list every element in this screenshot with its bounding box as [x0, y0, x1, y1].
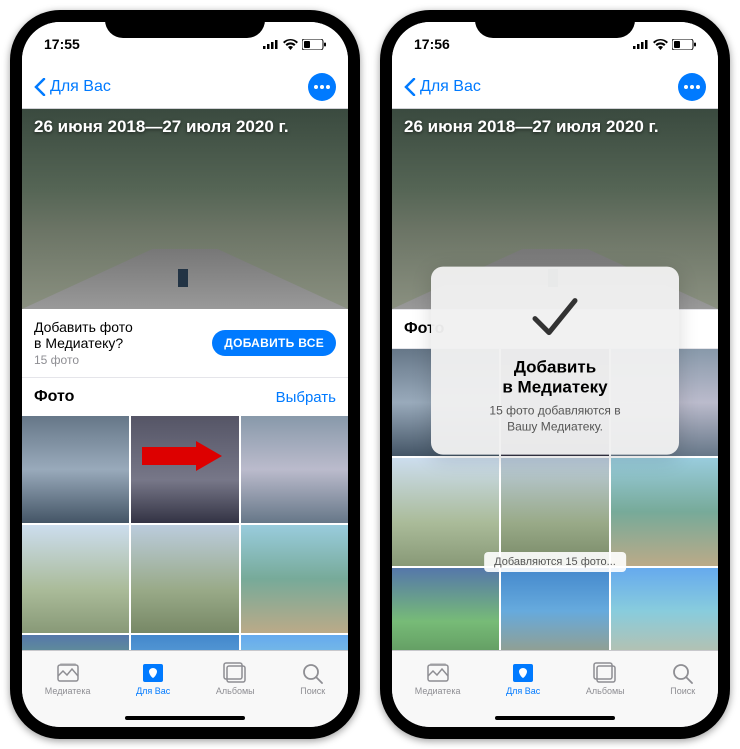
- tab-foryou[interactable]: Для Вас: [506, 662, 540, 696]
- tab-label: Медиатека: [415, 686, 461, 696]
- modal-sub-1: 15 фото добавляются в: [489, 404, 620, 418]
- status-indicators: [633, 39, 696, 50]
- wifi-icon: [653, 39, 668, 50]
- library-icon: [426, 662, 450, 684]
- screen: 17:56 Для Вас 26 июня 2018—27 июля 2020 …: [392, 22, 718, 727]
- back-button[interactable]: Для Вас: [404, 78, 481, 96]
- status-time: 17:55: [44, 36, 80, 52]
- photo-thumbnail[interactable]: [22, 416, 129, 523]
- tab-label: Для Вас: [506, 686, 540, 696]
- photo-thumbnail[interactable]: [131, 525, 238, 632]
- foryou-icon: [511, 662, 535, 684]
- photo-thumbnail[interactable]: [392, 458, 499, 565]
- home-indicator[interactable]: [392, 709, 718, 727]
- prompt-line2: в Медиатеку?: [34, 335, 123, 351]
- photo-thumbnail[interactable]: [241, 635, 348, 650]
- battery-icon: [302, 39, 326, 50]
- photo-thumbnail[interactable]: [241, 525, 348, 632]
- chevron-left-icon: [34, 78, 46, 96]
- tab-albums[interactable]: Альбомы: [216, 662, 255, 696]
- home-indicator[interactable]: [22, 709, 348, 727]
- photo-thumbnail[interactable]: [392, 568, 499, 650]
- photos-section-header: Фото Выбрать: [22, 377, 348, 416]
- photo-thumbnail[interactable]: [131, 635, 238, 650]
- albums-icon: [223, 662, 247, 684]
- back-label: Для Вас: [50, 78, 111, 96]
- more-button[interactable]: [678, 73, 706, 101]
- tab-foryou[interactable]: Для Вас: [136, 662, 170, 696]
- photo-thumbnail[interactable]: [22, 525, 129, 632]
- prompt-line1: Добавить фото: [34, 319, 133, 335]
- tab-search[interactable]: Поиск: [300, 662, 325, 696]
- prompt-text-block: Добавить фотов Медиатеку? 15 фото: [34, 319, 133, 367]
- select-button[interactable]: Выбрать: [276, 389, 336, 406]
- signal-icon: [633, 39, 649, 49]
- battery-icon: [672, 39, 696, 50]
- content: 26 июня 2018—27 июля 2020 г. Добавить фо…: [22, 109, 348, 650]
- photo-thumbnail[interactable]: [241, 416, 348, 523]
- annotation-arrow: [142, 441, 222, 471]
- modal-title-2: в Медиатеку: [502, 378, 607, 397]
- checkmark-icon: [525, 286, 585, 346]
- wifi-icon: [283, 39, 298, 50]
- notch: [105, 10, 265, 38]
- search-icon: [671, 662, 695, 684]
- tab-bar: Медиатека Для Вас Альбомы Поиск: [22, 650, 348, 709]
- tab-label: Поиск: [670, 686, 695, 696]
- section-title: Фото: [34, 388, 74, 406]
- tab-label: Медиатека: [45, 686, 91, 696]
- nav-bar: Для Вас: [22, 66, 348, 109]
- confirmation-modal: Добавить в Медиатеку 15 фото добавляются …: [431, 266, 679, 455]
- photo-thumbnail[interactable]: [22, 635, 129, 650]
- modal-sub-2: Вашу Медиатеку.: [507, 419, 603, 433]
- tab-label: Для Вас: [136, 686, 170, 696]
- tab-label: Альбомы: [586, 686, 625, 696]
- more-button[interactable]: [308, 73, 336, 101]
- signal-icon: [263, 39, 279, 49]
- add-prompt-row: Добавить фотов Медиатеку? 15 фото ДОБАВИ…: [22, 309, 348, 377]
- more-icon: [684, 85, 700, 89]
- notch: [475, 10, 635, 38]
- hero-title: 26 июня 2018—27 июля 2020 г.: [404, 117, 659, 137]
- modal-title-1: Добавить: [514, 357, 596, 376]
- back-button[interactable]: Для Вас: [34, 78, 111, 96]
- hero-image[interactable]: 26 июня 2018—27 июля 2020 г.: [22, 109, 348, 309]
- tab-library[interactable]: Медиатека: [415, 662, 461, 696]
- tab-search[interactable]: Поиск: [670, 662, 695, 696]
- content: 26 июня 2018—27 июля 2020 г. Фото Добави…: [392, 109, 718, 650]
- progress-toast: Добавляются 15 фото...: [484, 552, 626, 572]
- status-time: 17:56: [414, 36, 450, 52]
- nav-bar: Для Вас: [392, 66, 718, 109]
- prompt-sub: 15 фото: [34, 353, 133, 367]
- phone-left: 17:55 Для Вас 26 июня 2018—27 июля 2020 …: [10, 10, 360, 739]
- photo-thumbnail[interactable]: [501, 568, 608, 650]
- add-all-button[interactable]: ДОБАВИТЬ ВСЕ: [212, 330, 336, 356]
- phone-right: 17:56 Для Вас 26 июня 2018—27 июля 2020 …: [380, 10, 730, 739]
- back-label: Для Вас: [420, 78, 481, 96]
- tab-label: Альбомы: [216, 686, 255, 696]
- foryou-icon: [141, 662, 165, 684]
- tab-label: Поиск: [300, 686, 325, 696]
- photo-thumbnail[interactable]: [611, 568, 718, 650]
- status-indicators: [263, 39, 326, 50]
- photo-thumbnail[interactable]: [611, 458, 718, 565]
- tab-albums[interactable]: Альбомы: [586, 662, 625, 696]
- photo-thumbnail[interactable]: [501, 458, 608, 565]
- albums-icon: [593, 662, 617, 684]
- tab-bar: Медиатека Для Вас Альбомы Поиск: [392, 650, 718, 709]
- screen: 17:55 Для Вас 26 июня 2018—27 июля 2020 …: [22, 22, 348, 727]
- library-icon: [56, 662, 80, 684]
- search-icon: [301, 662, 325, 684]
- more-icon: [314, 85, 330, 89]
- tab-library[interactable]: Медиатека: [45, 662, 91, 696]
- chevron-left-icon: [404, 78, 416, 96]
- hero-title: 26 июня 2018—27 июля 2020 г.: [34, 117, 289, 137]
